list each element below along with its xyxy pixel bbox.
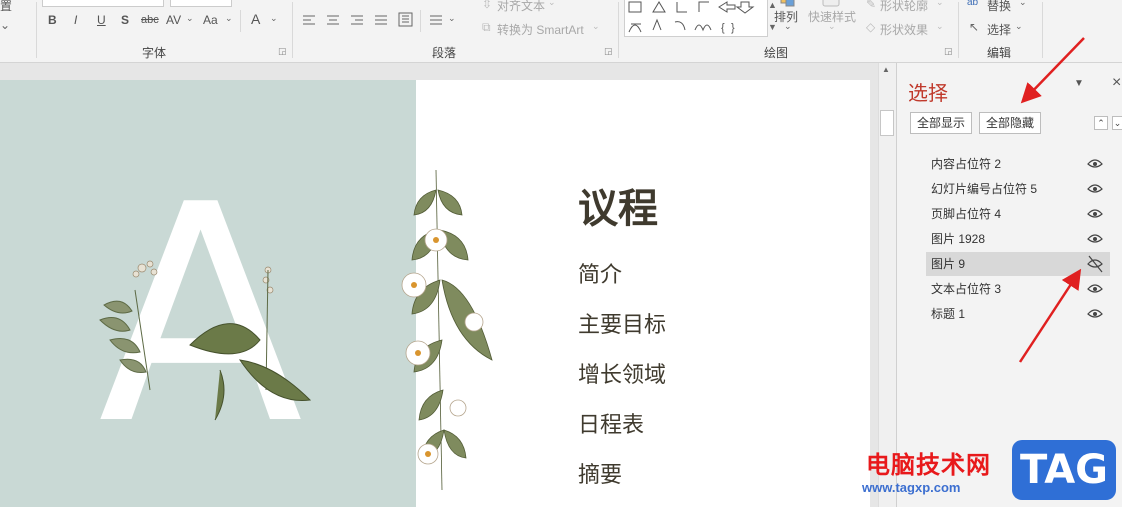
watermark-site-name: 电脑技术网 [866, 451, 991, 479]
watermark-tag-logo: TAG [1012, 440, 1116, 500]
annotation-arrows [1018, 37, 1085, 363]
annotation-arrow-pane-title [1020, 37, 1085, 104]
annotation-arrow-eye [1018, 268, 1082, 363]
watermark-url: www.tagxp.com [862, 480, 961, 495]
